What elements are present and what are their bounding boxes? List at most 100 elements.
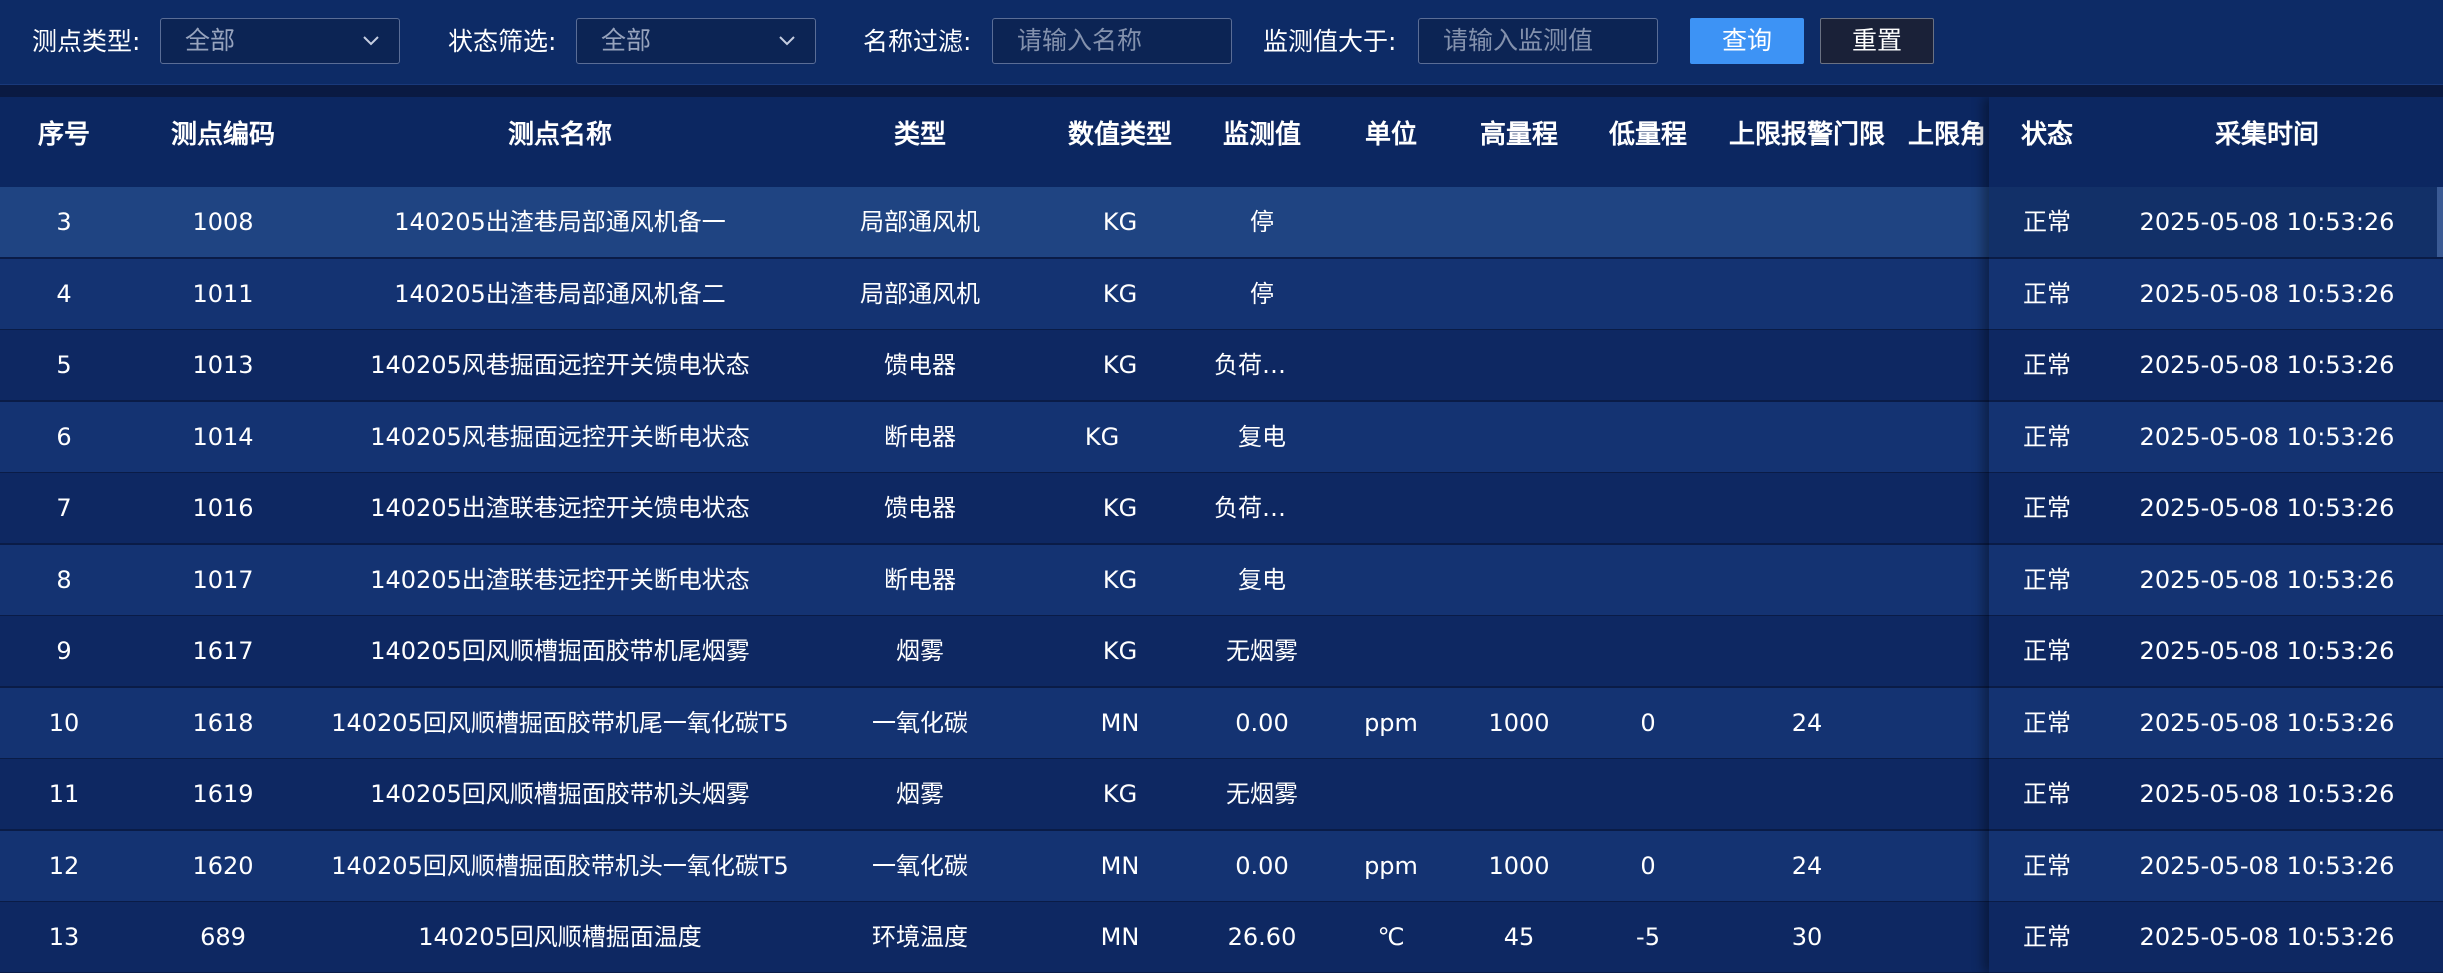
header-value-type[interactable]: 数值类型 [1038, 97, 1202, 173]
cell-unit [1322, 330, 1460, 400]
cell-type: 馈电器 [884, 351, 956, 379]
cell-upper-alarm: 24 [1791, 851, 1823, 880]
cell-code: 1620 [192, 851, 254, 880]
cell-status: 正常 [2023, 351, 2071, 379]
reset-button[interactable]: 重置 [1820, 18, 1934, 64]
cell-upper-alarm: 24 [1791, 708, 1823, 737]
cell-type: 局部通风机 [860, 208, 980, 236]
value-filter-input[interactable] [1443, 19, 1657, 63]
cell-low-range [1578, 330, 1718, 400]
cell-status: 正常 [2023, 279, 2071, 308]
cell-code: 1014 [192, 422, 254, 451]
cell-name: 140205回风顺槽掘面胶带机尾烟雾 [370, 637, 750, 665]
cell-unit [1322, 473, 1460, 543]
cell-time: 2025-05-08 10:53:26 [2139, 637, 2395, 665]
value-filter-field[interactable] [1418, 18, 1658, 64]
cell-index: 13 [48, 923, 80, 951]
cell-high-range: 1000 [1488, 851, 1550, 880]
cell-index: 7 [56, 494, 72, 522]
cell-upper-alarm [1718, 545, 1896, 615]
cell-low-range: 0 [1640, 708, 1656, 737]
cell-low-range: -5 [1636, 923, 1660, 951]
cell-unit [1322, 759, 1460, 829]
cell-value: 复电 [1238, 422, 1286, 451]
cell-name: 140205出渣联巷远控开关馈电状态 [370, 494, 750, 522]
cell-value-type: MN [1100, 851, 1140, 880]
cell-low-range [1578, 259, 1718, 329]
cell-upper-alarm: 30 [1791, 923, 1823, 951]
cell-value: 负荷… [1214, 494, 1286, 522]
cell-value: 负荷… [1214, 351, 1286, 379]
cell-code: 1617 [192, 637, 254, 665]
cell-status: 正常 [2023, 851, 2071, 880]
cell-code: 1008 [192, 208, 254, 236]
table-row-fixed[interactable]: 正常 2025-05-08 10:53:26 [1989, 258, 2443, 331]
table-row-fixed[interactable]: 正常 2025-05-08 10:53:26 [1989, 330, 2443, 402]
cell-type: 一氧化碳 [872, 851, 968, 880]
scrollbar-thumb[interactable] [2437, 187, 2443, 257]
table-row-fixed[interactable]: 正常 2025-05-08 10:53:26 [1989, 830, 2443, 903]
table-row-fixed[interactable]: 正常 2025-05-08 10:53:26 [1989, 544, 2443, 617]
header-high-range[interactable]: 高量程 [1460, 97, 1578, 173]
cell-unit [1322, 545, 1460, 615]
header-type[interactable]: 类型 [802, 97, 1038, 173]
cell-index: 10 [48, 708, 80, 737]
cell-high-range [1460, 402, 1578, 472]
table-row-fixed[interactable]: 正常 2025-05-08 10:53:26 [1989, 687, 2443, 760]
cell-high-range [1460, 473, 1578, 543]
cell-upper-alarm [1718, 402, 1896, 472]
cell-status: 正常 [2023, 208, 2071, 236]
cell-index: 6 [56, 422, 72, 451]
cell-code: 1618 [192, 708, 254, 737]
cell-upper-alarm [1718, 187, 1896, 257]
cell-name: 140205回风顺槽掘面胶带机头烟雾 [370, 780, 750, 808]
cell-high-range [1460, 759, 1578, 829]
header-code[interactable]: 测点编码 [128, 97, 318, 173]
type-filter-label: 测点类型: [32, 27, 141, 56]
table-row-fixed[interactable]: 正常 2025-05-08 10:53:26 [1989, 187, 2443, 259]
cell-type: 烟雾 [896, 780, 944, 808]
header-upper-cut[interactable]: 上限角 [1908, 97, 1988, 173]
name-filter-input[interactable] [1017, 19, 1231, 63]
table-row-fixed[interactable]: 正常 2025-05-08 10:53:26 [1989, 902, 2443, 973]
table-row-fixed[interactable]: 正常 2025-05-08 10:53:26 [1989, 473, 2443, 545]
divider [0, 85, 2443, 97]
cell-value: 26.60 [1227, 923, 1297, 951]
cell-low-range [1578, 187, 1718, 257]
header-status[interactable]: 状态 [1989, 97, 2105, 173]
query-button[interactable]: 查询 [1690, 18, 1804, 64]
cell-code: 1017 [192, 565, 254, 594]
cell-unit: ppm [1364, 851, 1418, 880]
cell-upper-alarm [1718, 473, 1896, 543]
cell-value-type: MN [1100, 923, 1140, 951]
cell-name: 140205回风顺槽掘面胶带机头一氧化碳T5 [331, 851, 789, 880]
header-time[interactable]: 采集时间 [2105, 97, 2429, 173]
cell-low-range [1578, 473, 1718, 543]
fixed-header: 状态 采集时间 [1989, 97, 2443, 174]
cell-low-range [1578, 759, 1718, 829]
header-value[interactable]: 监测值 [1202, 97, 1322, 173]
header-low-range[interactable]: 低量程 [1578, 97, 1718, 173]
cell-status: 正常 [2023, 422, 2071, 451]
name-filter-field[interactable] [992, 18, 1232, 64]
cell-code: 689 [200, 923, 246, 951]
cell-high-range [1460, 187, 1578, 257]
table-row-fixed[interactable]: 正常 2025-05-08 10:53:26 [1989, 759, 2443, 831]
cell-value: 0.00 [1235, 851, 1289, 880]
cell-time: 2025-05-08 10:53:26 [2139, 923, 2395, 951]
table-row-fixed[interactable]: 正常 2025-05-08 10:53:26 [1989, 401, 2443, 474]
header-index[interactable]: 序号 [0, 97, 128, 173]
cell-unit: ppm [1364, 708, 1418, 737]
cell-status: 正常 [2023, 708, 2071, 737]
cell-status: 正常 [2023, 637, 2071, 665]
status-filter-select[interactable]: 全部 [576, 18, 816, 64]
header-upper-alarm[interactable]: 上限报警门限 [1718, 97, 1896, 173]
header-unit[interactable]: 单位 [1322, 97, 1460, 173]
type-filter-value: 全部 [185, 26, 236, 55]
type-filter-select[interactable]: 全部 [160, 18, 400, 64]
cell-name: 140205回风顺槽掘面胶带机尾一氧化碳T5 [331, 708, 789, 737]
cell-value-type: KG [1102, 351, 1138, 379]
status-filter-label: 状态筛选: [448, 27, 557, 56]
header-name[interactable]: 测点名称 [318, 97, 802, 173]
table-row-fixed[interactable]: 正常 2025-05-08 10:53:26 [1989, 616, 2443, 688]
